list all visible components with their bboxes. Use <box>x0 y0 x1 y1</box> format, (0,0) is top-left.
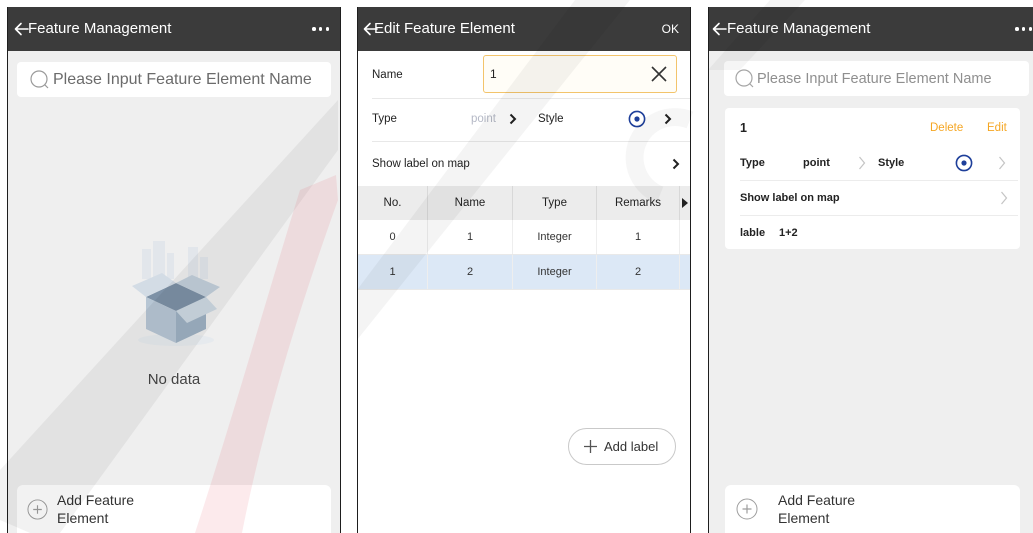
table-cell-type: Integer <box>513 255 597 289</box>
add-feature-element-button[interactable]: Add Feature Element <box>725 485 1020 533</box>
more-icon[interactable] <box>1015 27 1032 31</box>
table-cell-no: 1 <box>358 255 428 289</box>
chevron-right-icon[interactable] <box>672 158 680 170</box>
feature-card[interactable]: 1 Delete Edit Type point Style Show labe… <box>725 108 1020 249</box>
table-cell-name: 1 <box>428 220 513 254</box>
page-title: Edit Feature Element <box>374 20 515 37</box>
type-label: Type <box>372 113 397 125</box>
feature-name: 1 <box>740 121 747 135</box>
more-icon[interactable] <box>312 27 329 31</box>
type-value: point <box>803 157 830 169</box>
attribute-table: No. Name Type Remarks 0 1 Integer 1 1 2 … <box>358 186 690 290</box>
label-field-key: lable <box>740 227 766 239</box>
style-label: Style <box>878 157 905 169</box>
divider <box>740 215 1018 216</box>
table-cell-remarks: 1 <box>597 220 680 254</box>
column-header-name[interactable]: Name <box>428 186 513 220</box>
divider <box>740 180 1018 181</box>
add-feature-element-label: Add Feature Element <box>778 492 856 526</box>
type-label: Type <box>740 157 765 169</box>
plus-circle-icon <box>736 498 758 520</box>
search-box[interactable] <box>724 61 1029 96</box>
table-cell-spacer <box>680 255 690 289</box>
add-label-text: Add label <box>604 439 659 454</box>
table-cell-remarks: 2 <box>597 255 680 289</box>
table-cell-name: 2 <box>428 255 513 289</box>
show-label-on-map-label: Show label on map <box>740 192 840 204</box>
column-header-no[interactable]: No. <box>358 186 428 220</box>
chevron-right-icon <box>859 156 866 170</box>
name-field[interactable] <box>483 55 677 93</box>
search-box[interactable] <box>17 62 331 97</box>
empty-state-text: No data <box>147 371 201 388</box>
clear-icon[interactable] <box>650 65 668 83</box>
search-icon <box>735 69 754 88</box>
app-header: Feature Management <box>709 7 1033 51</box>
app-header: Edit Feature Element OK <box>358 7 690 51</box>
scroll-right-icon[interactable] <box>680 186 690 220</box>
delete-button[interactable]: Delete <box>930 121 963 135</box>
column-header-remarks[interactable]: Remarks <box>597 186 680 220</box>
ok-button[interactable]: OK <box>662 7 679 51</box>
name-input[interactable] <box>490 56 640 92</box>
plus-icon <box>584 440 597 453</box>
add-label-button[interactable]: Add label <box>568 428 676 465</box>
chevron-right-icon <box>1001 191 1008 205</box>
page-title: Feature Management <box>28 20 172 37</box>
table-row[interactable]: 1 2 Integer 2 <box>358 255 690 290</box>
plus-circle-icon <box>27 499 48 520</box>
search-input[interactable] <box>757 61 1025 96</box>
feature-management-list-screen: Feature Management 1 Delete Edit Type po… <box>708 7 1033 533</box>
table-header-row: No. Name Type Remarks <box>358 186 690 220</box>
column-header-type[interactable]: Type <box>513 186 597 220</box>
feature-management-empty-screen: Feature Management No data <box>7 7 341 533</box>
chevron-right-icon <box>999 156 1006 170</box>
screenshot-stage: Feature Management No data <box>0 0 1033 533</box>
type-value[interactable]: point <box>471 112 496 126</box>
point-style-icon[interactable] <box>628 110 646 128</box>
edit-feature-element-screen: Edit Feature Element OK Name Type point … <box>357 7 691 533</box>
show-label-on-map-label: Show label on map <box>372 158 470 170</box>
back-arrow-icon[interactable] <box>13 21 29 37</box>
back-arrow-icon[interactable] <box>711 21 727 37</box>
search-icon <box>30 70 49 89</box>
edit-button[interactable]: Edit <box>987 121 1007 135</box>
table-cell-type: Integer <box>513 220 597 254</box>
add-feature-element-label: Add Feature Element <box>57 492 135 526</box>
app-header: Feature Management <box>8 7 340 51</box>
table-cell-spacer <box>680 220 690 254</box>
chevron-right-icon[interactable] <box>664 113 672 125</box>
style-label: Style <box>538 113 564 125</box>
search-input[interactable] <box>53 62 327 97</box>
empty-box-icon <box>132 241 220 346</box>
label-field-value: 1+2 <box>779 227 798 239</box>
table-row[interactable]: 0 1 Integer 1 <box>358 220 690 255</box>
point-style-icon <box>955 154 973 172</box>
page-title: Feature Management <box>727 20 871 37</box>
table-cell-no: 0 <box>358 220 428 254</box>
name-label: Name <box>372 69 403 81</box>
chevron-right-icon[interactable] <box>509 113 517 125</box>
add-feature-element-button[interactable]: Add Feature Element <box>17 485 331 533</box>
